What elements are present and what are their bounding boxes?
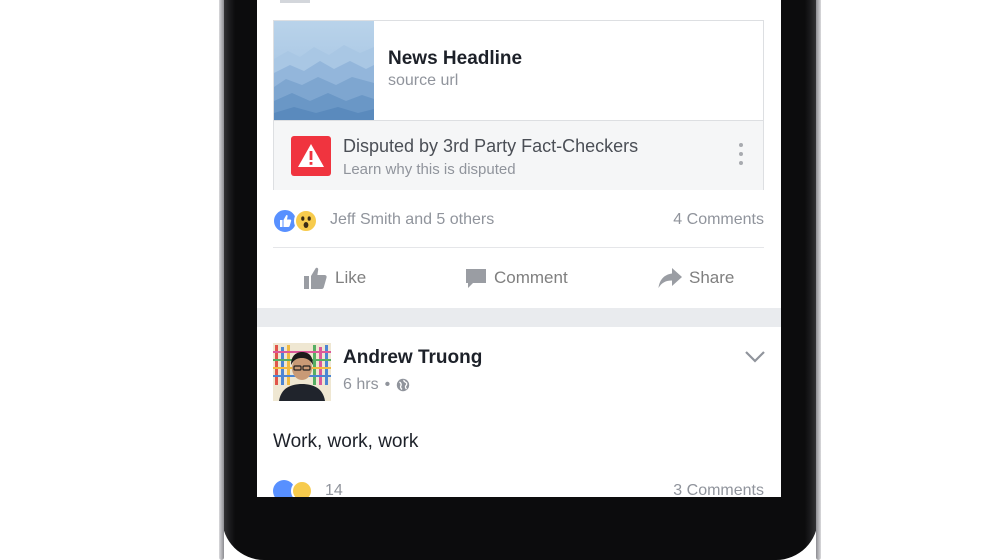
disputed-banner[interactable]: Disputed by 3rd Party Fact-Checkers Lear…: [274, 120, 763, 190]
share-arrow-icon: [658, 268, 682, 288]
thumbs-up-icon: [304, 267, 327, 289]
source-url: source url: [388, 72, 459, 89]
globe-icon: [396, 378, 410, 392]
like-button[interactable]: Like: [303, 263, 366, 293]
previous-post-stub: [280, 0, 310, 3]
link-text-block: News Headline source url: [388, 48, 522, 90]
post-timestamp[interactable]: 6 hrs: [343, 376, 379, 394]
meta-separator: •: [384, 376, 391, 393]
more-options-icon[interactable]: [738, 143, 744, 169]
comment-bubble-icon: [466, 269, 486, 288]
chevron-down-icon[interactable]: [744, 350, 766, 364]
share-label: Share: [689, 268, 735, 287]
comment-button[interactable]: Comment: [464, 263, 568, 293]
dispute-title: Disputed by 3rd Party Fact-Checkers: [343, 136, 639, 156]
avatar[interactable]: [273, 343, 331, 401]
shared-link-card[interactable]: News Headline source url Disputed by 3rd…: [273, 20, 764, 190]
comment-label: Comment: [494, 268, 568, 287]
warning-triangle-icon: [291, 136, 331, 176]
wow-reaction-icon: [294, 209, 318, 233]
haha-reaction-icon: [291, 480, 313, 497]
dispute-learn-more-link[interactable]: Learn why this is disputed: [343, 161, 516, 178]
reaction-names[interactable]: Jeff Smith and 5 others: [330, 211, 494, 229]
post-meta: 6 hrs •: [343, 376, 410, 394]
post-author-name[interactable]: Andrew Truong: [343, 347, 482, 369]
comments-count[interactable]: 4 Comments: [673, 211, 764, 229]
news-headline[interactable]: News Headline: [388, 48, 522, 70]
post-comments-count[interactable]: 3 Comments: [673, 482, 764, 497]
link-thumbnail: [274, 21, 374, 120]
share-button[interactable]: Share: [657, 263, 734, 293]
post-reactions-summary[interactable]: 14 3 Comments: [273, 480, 764, 497]
actions-divider: [273, 247, 764, 248]
reactions-summary[interactable]: Jeff Smith and 5 others 4 Comments: [273, 208, 764, 234]
feed-screen: News Headline source url Disputed by 3rd…: [257, 0, 781, 497]
like-label: Like: [335, 268, 367, 287]
post-separator: [257, 308, 781, 327]
reaction-count[interactable]: 14: [325, 482, 343, 497]
post-text: Work, work, work: [273, 431, 419, 452]
